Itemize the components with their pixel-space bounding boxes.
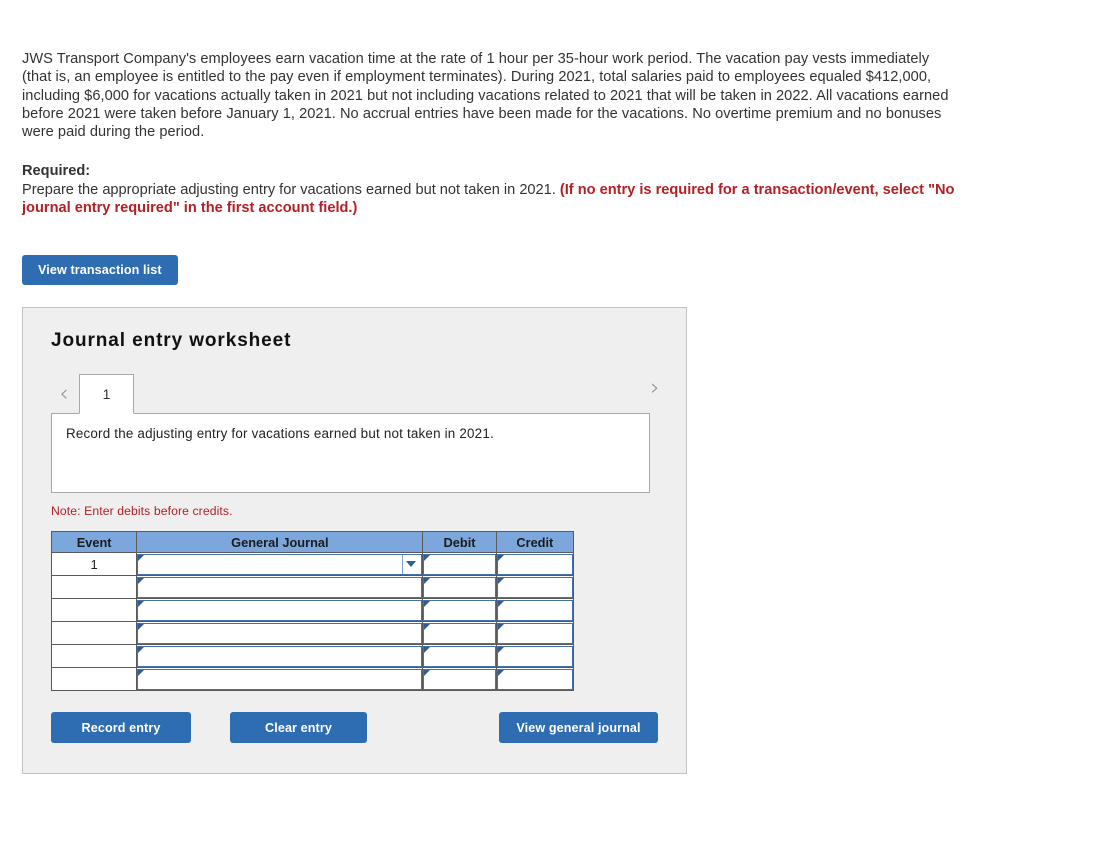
table-row	[50, 575, 575, 600]
table-row	[50, 667, 575, 692]
credit-input-2[interactable]	[496, 576, 573, 598]
record-entry-button[interactable]: Record entry	[51, 712, 191, 744]
debit-cell[interactable]	[422, 552, 497, 577]
worksheet-footer: Record entry Clear entry View general jo…	[51, 712, 658, 744]
credit-cell[interactable]	[495, 667, 575, 692]
debit-input-6[interactable]	[423, 668, 496, 690]
debits-before-credits-note: Note: Enter debits before credits.	[51, 504, 233, 519]
required-label: Required:	[22, 163, 91, 180]
next-entry-chevron-right-icon[interactable]: ›	[642, 377, 668, 408]
clear-entry-button[interactable]: Clear entry	[230, 712, 367, 744]
worksheet-tab-1[interactable]: 1	[79, 374, 134, 415]
event-number-cell: 1	[50, 552, 138, 577]
worksheet-tabs: 1	[79, 374, 134, 415]
debit-input-3[interactable]	[423, 599, 496, 621]
account-select-1[interactable]	[137, 553, 423, 575]
column-header-credit: Credit	[495, 531, 575, 554]
account-select-3[interactable]	[137, 599, 423, 621]
view-transaction-list-button[interactable]: View transaction list	[22, 255, 178, 286]
table-row	[50, 621, 575, 646]
debit-input-5[interactable]	[423, 645, 496, 667]
table-row: 1	[50, 552, 575, 577]
worksheet-tabstrip: ‹ 1 ›	[51, 370, 662, 415]
account-select-5[interactable]	[137, 645, 423, 667]
problem-statement: JWS Transport Company's employees earn v…	[22, 51, 949, 141]
debit-cell[interactable]	[422, 598, 497, 623]
debit-input-4[interactable]	[423, 622, 496, 644]
event-number-cell	[50, 644, 138, 669]
chevron-down-icon[interactable]	[402, 554, 418, 574]
credit-cell[interactable]	[495, 552, 575, 577]
credit-cell[interactable]	[495, 621, 575, 646]
view-general-journal-button[interactable]: View general journal	[499, 712, 658, 744]
debit-cell[interactable]	[422, 644, 497, 669]
credit-input-6[interactable]	[496, 668, 573, 690]
debit-input-1[interactable]	[423, 553, 496, 575]
event-number-cell	[50, 621, 138, 646]
debit-input-2[interactable]	[423, 576, 496, 598]
account-cell[interactable]	[136, 667, 424, 692]
debit-cell[interactable]	[422, 621, 497, 646]
account-select-6[interactable]	[137, 668, 423, 690]
entry-description-panel: Record the adjusting entry for vacations…	[51, 413, 650, 494]
required-instruction: Prepare the appropriate adjusting entry …	[22, 181, 962, 218]
required-instruction-text: Prepare the appropriate adjusting entry …	[22, 181, 560, 198]
account-cell[interactable]	[136, 621, 424, 646]
table-header-row: Event General Journal Debit Credit	[50, 531, 575, 554]
previous-entry-chevron-left-icon[interactable]: ‹	[51, 383, 77, 414]
account-select-4[interactable]	[137, 622, 423, 644]
account-cell[interactable]	[136, 552, 424, 577]
credit-input-3[interactable]	[496, 599, 573, 621]
account-cell[interactable]	[136, 598, 424, 623]
journal-entry-worksheet-panel: Journal entry worksheet ‹ 1 › Record the…	[22, 307, 687, 775]
account-cell[interactable]	[136, 644, 424, 669]
column-header-general-journal: General Journal	[136, 531, 424, 554]
debit-cell[interactable]	[422, 667, 497, 692]
credit-input-1[interactable]	[496, 553, 573, 575]
credit-cell[interactable]	[495, 575, 575, 600]
journal-entry-table: Event General Journal Debit Credit 1	[50, 531, 575, 692]
credit-cell[interactable]	[495, 644, 575, 669]
toolbar: View transaction list	[22, 255, 1111, 286]
worksheet-title: Journal entry worksheet	[51, 330, 292, 352]
required-section: Required: Prepare the appropriate adjust…	[22, 162, 962, 217]
column-header-debit: Debit	[422, 531, 497, 554]
table-row	[50, 598, 575, 623]
event-number-cell	[50, 667, 138, 692]
event-number-cell	[50, 598, 138, 623]
credit-input-4[interactable]	[496, 622, 573, 644]
event-number-cell	[50, 575, 138, 600]
credit-input-5[interactable]	[496, 645, 573, 667]
table-row	[50, 644, 575, 669]
page-root: JWS Transport Company's employees earn v…	[0, 0, 1111, 775]
credit-cell[interactable]	[495, 598, 575, 623]
account-cell[interactable]	[136, 575, 424, 600]
account-select-2[interactable]	[137, 576, 423, 598]
debit-cell[interactable]	[422, 575, 497, 600]
column-header-event: Event	[50, 531, 138, 554]
